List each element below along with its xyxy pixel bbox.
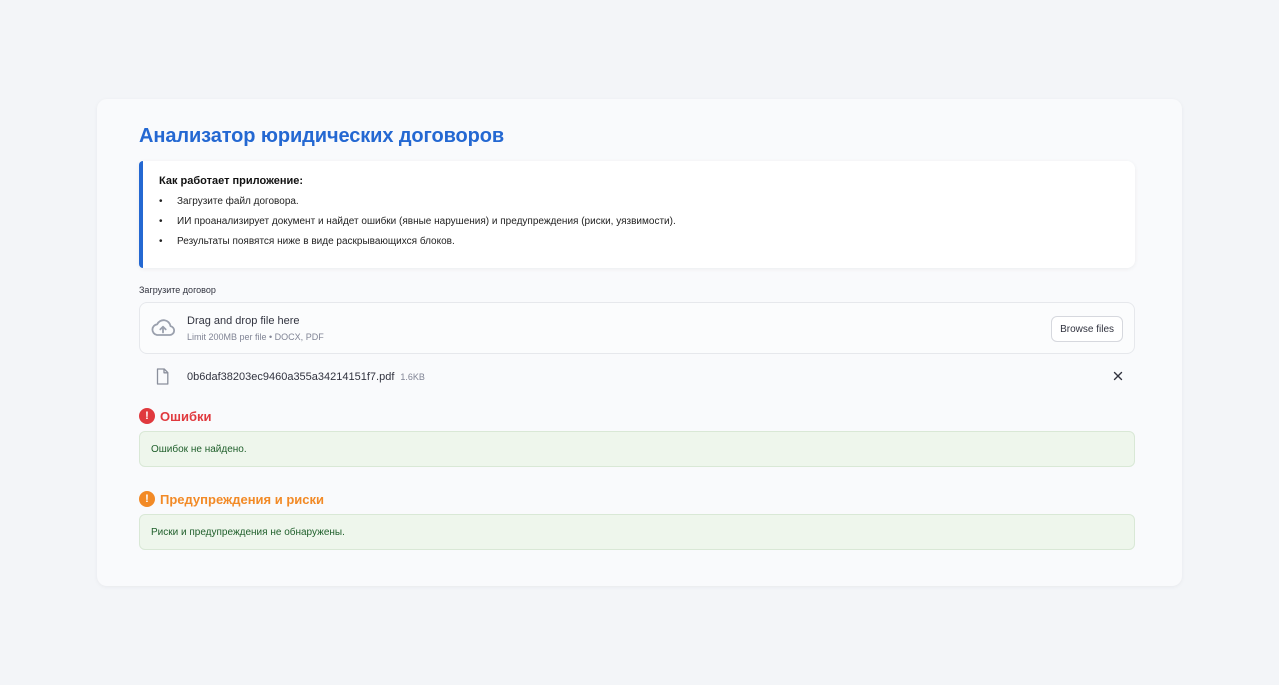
list-item-text: ИИ проанализирует документ и найдет ошиб…	[177, 216, 676, 227]
errors-heading: ! Ошибки	[139, 408, 211, 424]
warnings-alert: Риски и предупреждения не обнаружены.	[139, 514, 1135, 550]
page-title: Анализатор юридических договоров	[139, 125, 505, 147]
bullet: •	[159, 216, 163, 227]
bullet: •	[159, 236, 163, 247]
info-box: Как работает приложение: • Загрузите фай…	[139, 161, 1135, 268]
list-item: • ИИ проанализирует документ и найдет ош…	[159, 216, 1135, 236]
file-icon	[156, 368, 169, 385]
list-item-text: Результаты появятся ниже в виде раскрыва…	[177, 236, 455, 247]
errors-title: Ошибки	[160, 408, 212, 424]
warnings-heading: ! Предупреждения и риски	[139, 491, 324, 507]
upload-label: Загрузите договор	[139, 285, 216, 295]
uploaded-file-row: 0b6daf38203ec9460a355a34214151f7.pdf 1.6K…	[139, 364, 1135, 390]
browse-files-button[interactable]: Browse files	[1051, 316, 1123, 342]
file-dropzone[interactable]: Drag and drop file here Limit 200MB per …	[139, 302, 1135, 354]
errors-alert: Ошибок не найдено.	[139, 431, 1135, 467]
info-heading: Как работает приложение:	[159, 175, 304, 187]
list-item-text: Загрузите файл договора.	[177, 196, 299, 207]
main-card: Анализатор юридических договоров Как раб…	[97, 99, 1182, 586]
error-icon: !	[139, 408, 155, 424]
file-name: 0b6daf38203ec9460a355a34214151f7.pdf 1.6K…	[187, 371, 425, 383]
warnings-title: Предупреждения и риски	[160, 491, 325, 507]
warning-icon: !	[139, 491, 155, 507]
close-icon[interactable]	[1111, 369, 1125, 383]
dropzone-limit: Limit 200MB per file • DOCX, PDF	[187, 332, 324, 342]
file-size: 1.6KB	[400, 372, 425, 382]
file-name-text: 0b6daf38203ec9460a355a34214151f7.pdf	[187, 371, 395, 383]
dropzone-instruction: Drag and drop file here	[187, 315, 300, 327]
bullet: •	[159, 196, 163, 207]
list-item: • Загрузите файл договора.	[159, 196, 1135, 216]
list-item: • Результаты появятся ниже в виде раскры…	[159, 236, 1135, 256]
info-list: • Загрузите файл договора. • ИИ проанали…	[159, 196, 1135, 256]
dropzone-text: Drag and drop file here Limit 200MB per …	[187, 315, 324, 342]
cloud-upload-icon	[151, 319, 176, 336]
